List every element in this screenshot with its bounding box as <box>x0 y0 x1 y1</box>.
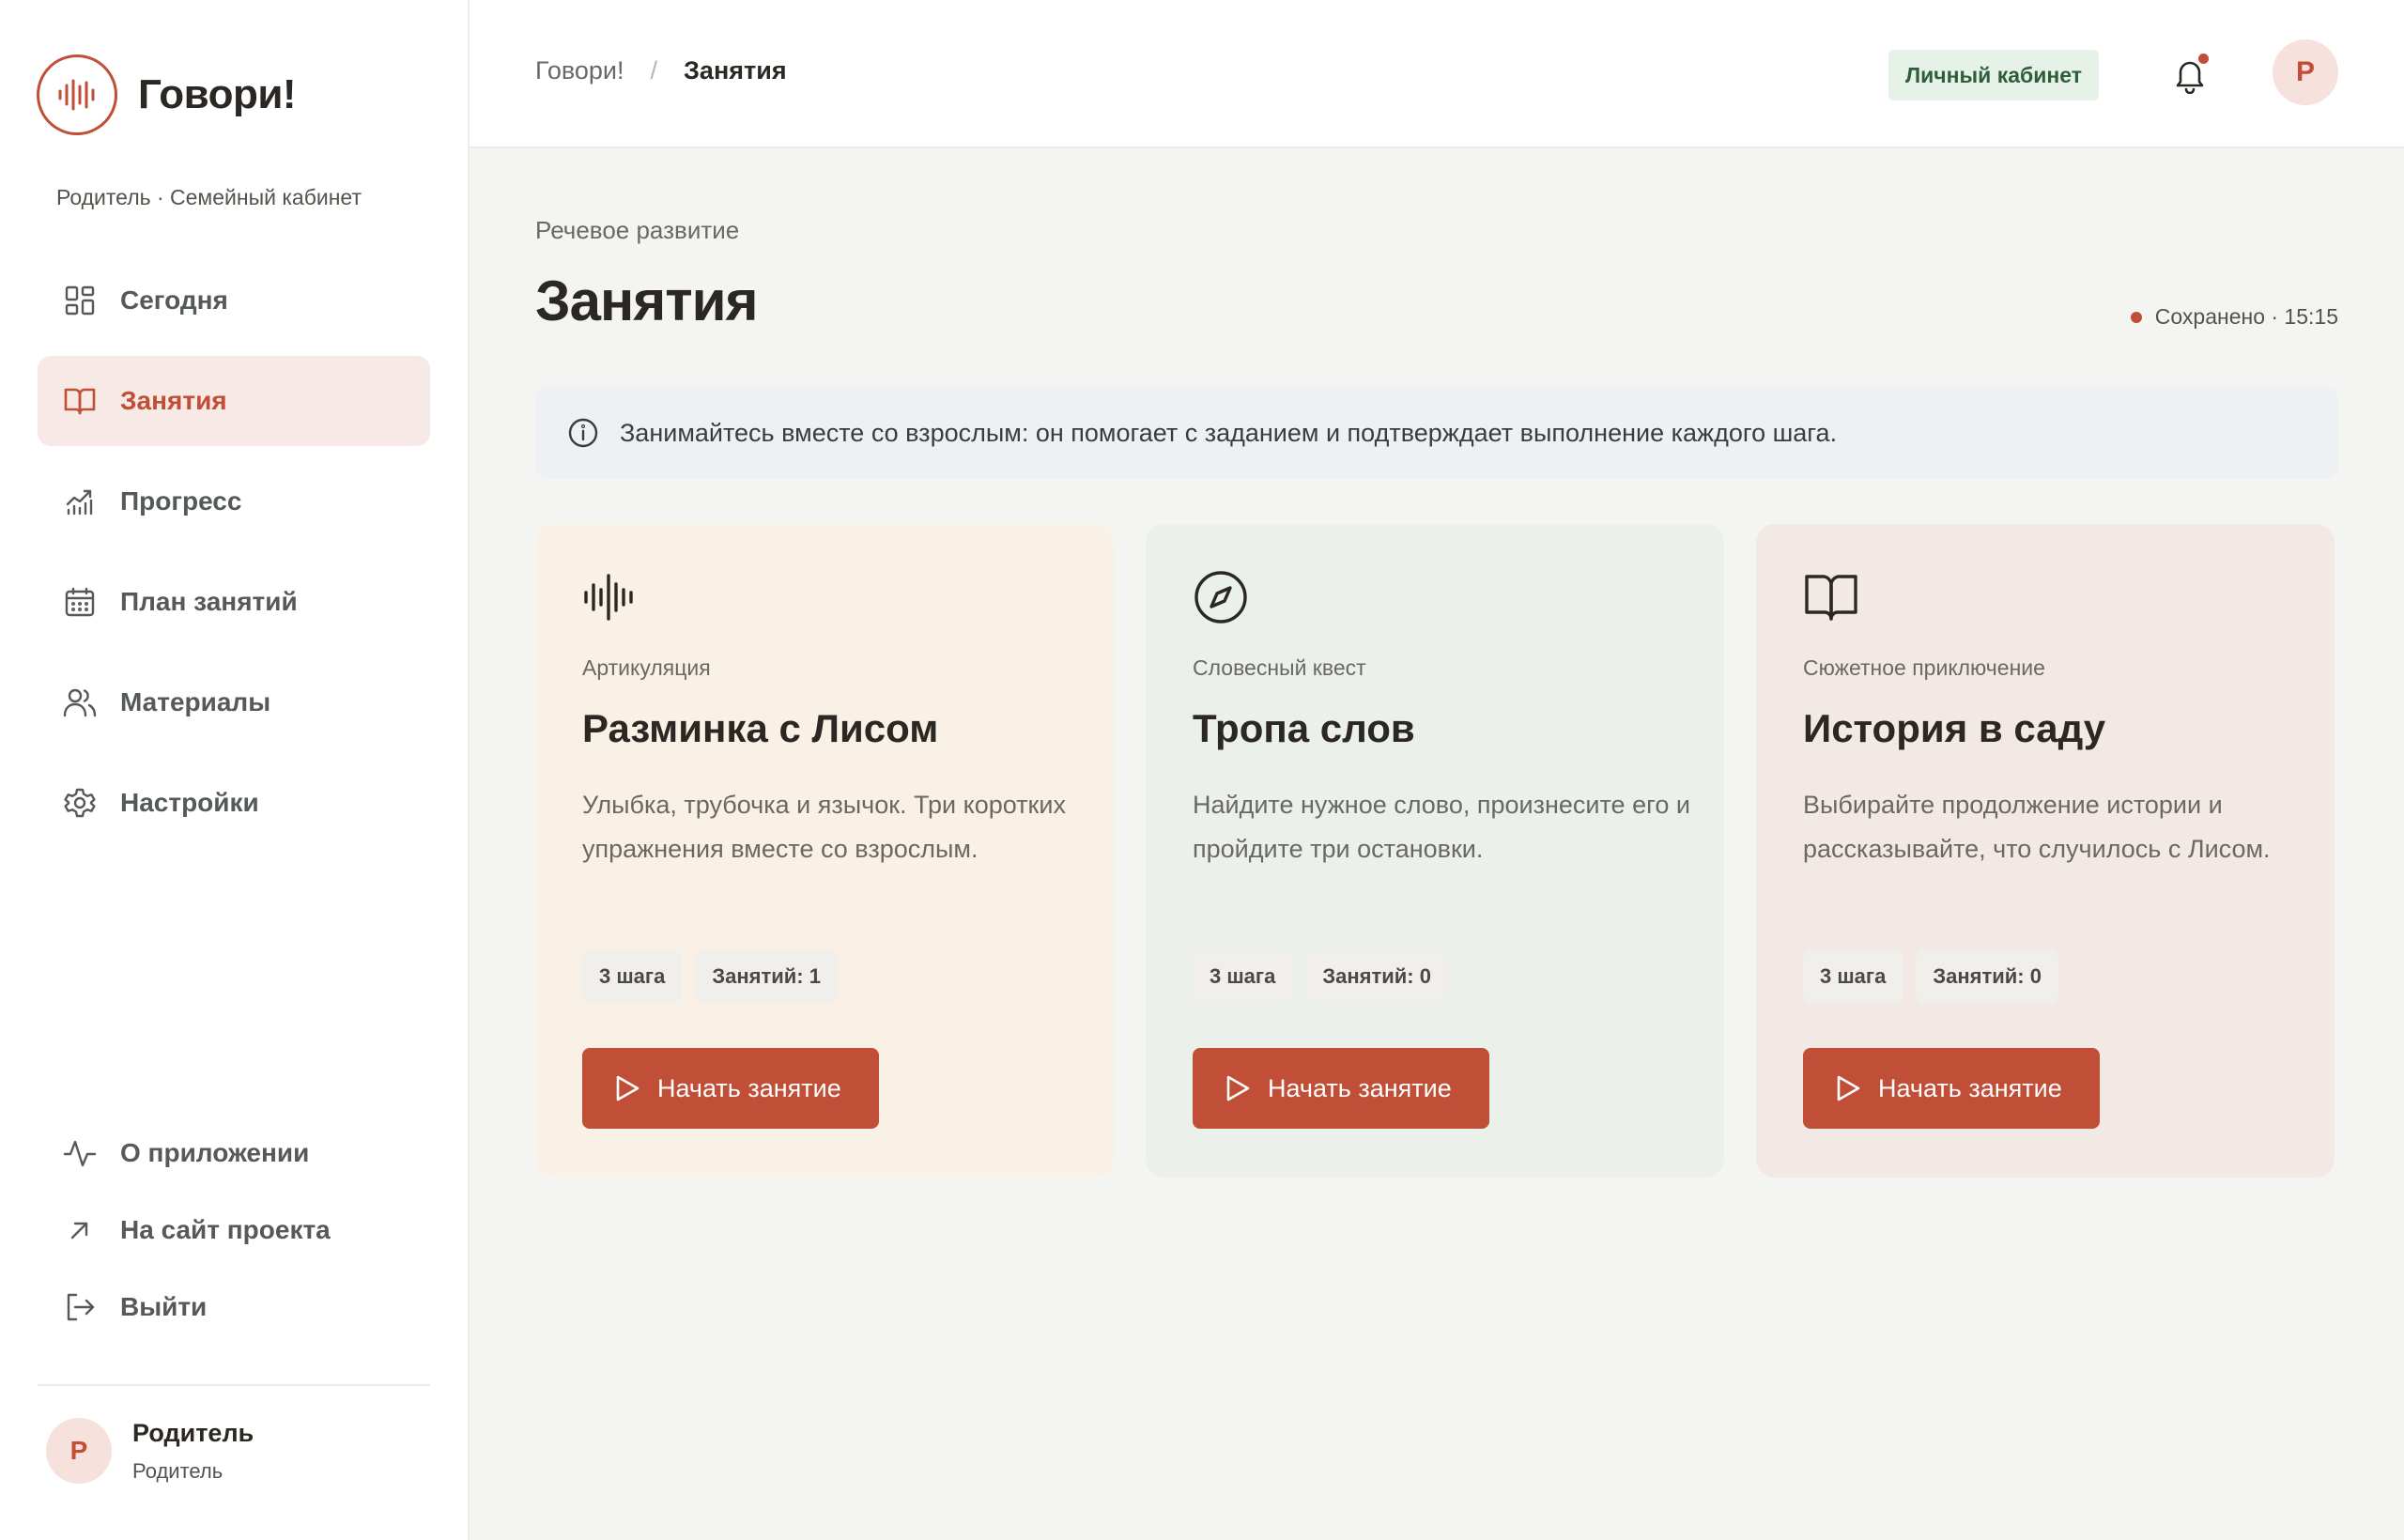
sidebar-item-label: План занятий <box>120 587 298 616</box>
sidebar-item-label: Занятия <box>120 386 227 415</box>
start-lesson-button[interactable]: Начать занятие <box>582 1048 879 1129</box>
start-lesson-button[interactable]: Начать занятие <box>1803 1048 2100 1129</box>
lesson-card-warmup: Артикуляция Разминка с Лисом Улыбка, тру… <box>535 524 1114 1178</box>
section-label: Речевое развитие <box>535 216 740 244</box>
save-status: Сохранено · 15:15 <box>2130 304 2338 330</box>
steps-badge: 3 шага <box>1803 950 1903 1003</box>
card-tags: 3 шага Занятий: 0 <box>1193 950 1461 1003</box>
book-open-icon <box>62 383 98 419</box>
lesson-cards: Артикуляция Разминка с Лисом Улыбка, тру… <box>535 524 2335 1178</box>
sidebar-item-about[interactable]: О приложении <box>38 1119 430 1187</box>
info-icon <box>568 418 598 448</box>
sessions-badge: Занятий: 0 <box>1305 950 1448 1003</box>
play-icon <box>616 1075 640 1101</box>
card-description: Улыбка, трубочка и язычок. Три коротких … <box>582 791 1066 863</box>
logout-icon <box>62 1289 98 1325</box>
sidebar-item-label: На сайт проекта <box>120 1215 331 1244</box>
card-category: Артикуляция <box>582 655 711 680</box>
card-tags: 3 шага Занятий: 0 <box>1803 950 2072 1003</box>
status-dot <box>2130 311 2142 323</box>
info-banner: Занимайтесь вместе со взрослым: он помог… <box>535 387 2338 479</box>
card-category: Сюжетное приключение <box>1803 655 2045 680</box>
lesson-card-word-path: Словесный квест Тропа слов Найдите нужно… <box>1146 524 1724 1178</box>
sidebar-item-lessons[interactable]: Занятия <box>38 356 430 446</box>
card-category: Словесный квест <box>1193 655 1366 680</box>
info-text: Занимайтесь вместе со взрослым: он помог… <box>620 418 1838 447</box>
steps-badge: 3 шага <box>582 950 683 1003</box>
sidebar-bottom-nav: О приложении На сайт проекта Выйти <box>38 1119 430 1350</box>
notifications-button[interactable] <box>2171 54 2209 95</box>
avatar: Р <box>46 1418 112 1484</box>
compass-icon <box>1193 569 1249 625</box>
brand-subtitle: Родитель · Семейный кабинет <box>56 185 362 209</box>
sidebar-item-label: Материалы <box>120 687 271 716</box>
brand[interactable]: Говори! <box>37 54 297 135</box>
header-avatar[interactable]: Р <box>2273 39 2338 105</box>
start-lesson-label: Начать занятие <box>657 1073 841 1102</box>
dashboard-icon <box>62 283 98 318</box>
brand-name: Говори! <box>138 71 297 117</box>
card-title: Тропа слов <box>1193 706 1415 750</box>
card-title: История в саду <box>1803 706 2106 750</box>
sidebar-nav: Сегодня Занятия Прогресс План занятий Ма… <box>38 255 430 858</box>
sidebar-item-today[interactable]: Сегодня <box>38 255 430 346</box>
breadcrumb: Говори! / Занятия <box>535 56 787 85</box>
notification-dot <box>2198 54 2209 64</box>
breadcrumb-separator: / <box>650 56 658 85</box>
sidebar-item-project-site[interactable]: На сайт проекта <box>38 1196 430 1264</box>
users-icon <box>62 685 98 720</box>
card-tags: 3 шага Занятий: 1 <box>582 950 851 1003</box>
card-title: Разминка с Лисом <box>582 706 939 750</box>
arrow-up-right-icon <box>62 1212 98 1248</box>
breadcrumb-current: Занятия <box>684 56 787 85</box>
user-info: Родитель Родитель <box>132 1419 254 1484</box>
lesson-card-garden-story: Сюжетное приключение История в саду Выби… <box>1756 524 2335 1178</box>
sessions-badge: Занятий: 1 <box>695 950 838 1003</box>
sidebar-item-label: Выйти <box>120 1292 208 1321</box>
play-icon <box>1837 1075 1860 1101</box>
sidebar-item-label: Настройки <box>120 788 259 817</box>
start-lesson-label: Начать занятие <box>1878 1073 2062 1102</box>
sidebar-item-label: О приложении <box>120 1138 310 1167</box>
sidebar-item-label: Прогресс <box>120 486 242 516</box>
brand-logo-icon <box>37 54 117 135</box>
personal-cabinet-button[interactable]: Личный кабинет <box>1888 50 2099 100</box>
top-header: Говори! / Занятия Личный кабинет Р <box>470 0 2404 148</box>
activity-icon <box>62 1135 98 1171</box>
sidebar-divider <box>38 1384 430 1386</box>
waveform-icon <box>582 569 639 625</box>
page-title: Занятия <box>535 270 758 332</box>
play-icon <box>1226 1075 1250 1101</box>
user-role: Родитель <box>132 1458 223 1483</box>
sidebar: Говори! Родитель · Семейный кабинет Сего… <box>0 0 470 1540</box>
start-lesson-button[interactable]: Начать занятие <box>1193 1048 1489 1129</box>
calendar-icon <box>62 584 98 620</box>
sidebar-item-progress[interactable]: Прогресс <box>38 456 430 547</box>
book-open-icon <box>1803 569 1859 625</box>
breadcrumb-root-link[interactable]: Говори! <box>535 56 624 85</box>
sidebar-item-logout[interactable]: Выйти <box>38 1273 430 1341</box>
sessions-badge: Занятий: 0 <box>1916 950 2058 1003</box>
sidebar-item-settings[interactable]: Настройки <box>38 758 430 848</box>
card-description: Выбирайте продолжение истории и рассказы… <box>1803 791 2271 863</box>
sidebar-item-label: Сегодня <box>120 285 228 315</box>
sidebar-item-plan[interactable]: План занятий <box>38 557 430 647</box>
save-status-text: Сохранено · 15:15 <box>2154 304 2338 329</box>
user-card[interactable]: Р Родитель Родитель <box>46 1418 254 1484</box>
steps-badge: 3 шага <box>1193 950 1293 1003</box>
sidebar-item-materials[interactable]: Материалы <box>38 657 430 747</box>
user-name: Родитель <box>132 1418 254 1447</box>
chart-icon <box>62 484 98 519</box>
start-lesson-label: Начать занятие <box>1268 1073 1452 1102</box>
gear-icon <box>62 785 98 821</box>
card-description: Найдите нужное слово, произнесите его и … <box>1193 791 1690 863</box>
